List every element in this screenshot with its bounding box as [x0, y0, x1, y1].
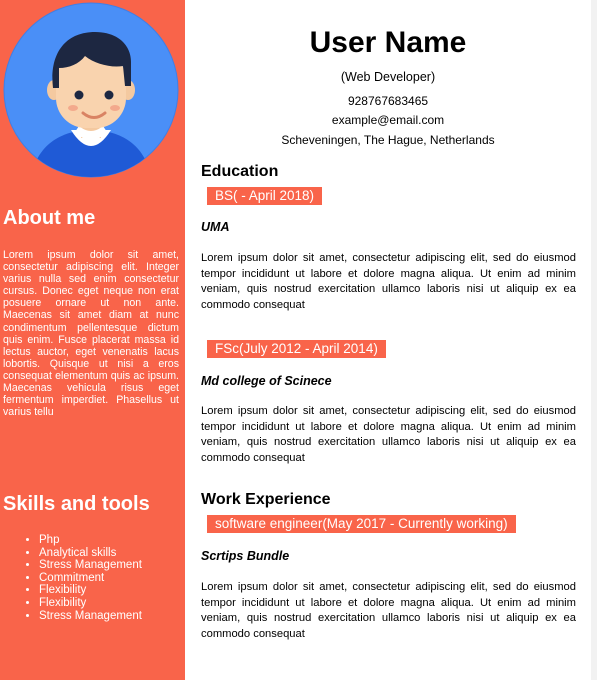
profile-address: Scheveningen, The Hague, Netherlands [281, 133, 495, 147]
work-company: Scrtips Bundle [201, 549, 290, 563]
education-description: Lorem ipsum dolor sit amet, consectetur … [201, 405, 576, 464]
work-experience-heading: Work Experience [201, 491, 331, 508]
skills-list: Php Analytical skills Stress Management … [39, 534, 142, 622]
skill-item: Stress Management [39, 610, 142, 623]
education-period-badge: FSc(July 2012 - April 2014) [207, 340, 386, 358]
skill-item: Analytical skills [39, 547, 142, 560]
skill-item: Php [39, 534, 142, 547]
about-me-text: Lorem ipsum dolor sit amet, consectetur … [3, 249, 179, 419]
skill-item: Commitment [39, 572, 142, 585]
profile-role: (Web Developer) [340, 70, 436, 84]
user-avatar-icon [3, 2, 179, 178]
sidebar: About me Lorem ipsum dolor sit amet, con… [0, 0, 185, 680]
education-institution: Md college of Scinece [201, 374, 332, 388]
profile-name: User Name [309, 26, 467, 59]
work-description: Lorem ipsum dolor sit amet, consectetur … [201, 581, 576, 640]
education-heading: Education [201, 163, 279, 180]
page-edge [591, 0, 597, 680]
about-me-heading: About me [3, 207, 96, 229]
skill-item: Flexibility [39, 584, 142, 597]
education-institution: UMA [201, 220, 230, 234]
education-description: Lorem ipsum dolor sit amet, consectetur … [201, 252, 576, 311]
skill-item: Flexibility [39, 597, 142, 610]
work-period-badge: software engineer(May 2017 - Currently w… [207, 515, 516, 533]
profile-email: example@email.com [331, 113, 445, 127]
profile-phone: 928767683465 [347, 94, 429, 108]
skill-item: Stress Management [39, 559, 142, 572]
skills-heading: Skills and tools [3, 493, 150, 515]
education-period-badge: BS( - April 2018) [207, 187, 323, 205]
